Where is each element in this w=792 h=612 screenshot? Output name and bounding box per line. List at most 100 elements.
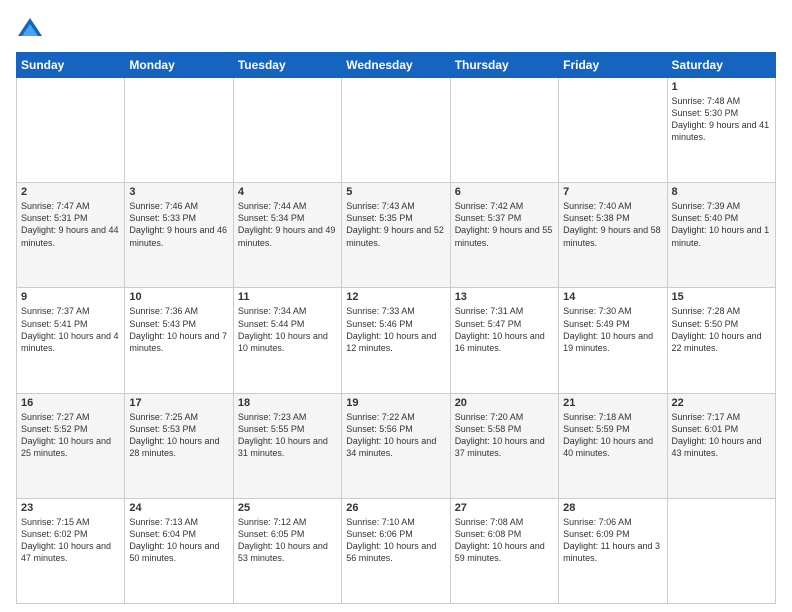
day-cell: 22 Sunrise: 7:17 AM Sunset: 6:01 PM Dayli…: [667, 393, 775, 498]
day-number: 22: [672, 397, 771, 409]
day-info: Sunrise: 7:27 AM Sunset: 5:52 PM Dayligh…: [21, 411, 120, 460]
weekday-saturday: Saturday: [667, 53, 775, 78]
day-cell: 16 Sunrise: 7:27 AM Sunset: 5:52 PM Dayli…: [17, 393, 125, 498]
day-cell: 4 Sunrise: 7:44 AM Sunset: 5:34 PM Daylig…: [233, 183, 341, 288]
day-cell: 17 Sunrise: 7:25 AM Sunset: 5:53 PM Dayli…: [125, 393, 233, 498]
day-cell: 13 Sunrise: 7:31 AM Sunset: 5:47 PM Dayli…: [450, 288, 558, 393]
header: [16, 16, 776, 44]
day-info: Sunrise: 7:12 AM Sunset: 6:05 PM Dayligh…: [238, 516, 337, 565]
weekday-friday: Friday: [559, 53, 667, 78]
day-cell: 25 Sunrise: 7:12 AM Sunset: 6:05 PM Dayli…: [233, 498, 341, 603]
day-number: 9: [21, 291, 120, 303]
day-number: 11: [238, 291, 337, 303]
day-number: 1: [672, 81, 771, 93]
day-info: Sunrise: 7:33 AM Sunset: 5:46 PM Dayligh…: [346, 305, 445, 354]
day-info: Sunrise: 7:28 AM Sunset: 5:50 PM Dayligh…: [672, 305, 771, 354]
day-cell: 14 Sunrise: 7:30 AM Sunset: 5:49 PM Dayli…: [559, 288, 667, 393]
logo-icon: [16, 16, 44, 44]
week-row-4: 23 Sunrise: 7:15 AM Sunset: 6:02 PM Dayli…: [17, 498, 776, 603]
day-number: 2: [21, 186, 120, 198]
day-number: 24: [129, 502, 228, 514]
day-number: 13: [455, 291, 554, 303]
day-cell: 2 Sunrise: 7:47 AM Sunset: 5:31 PM Daylig…: [17, 183, 125, 288]
week-row-2: 9 Sunrise: 7:37 AM Sunset: 5:41 PM Daylig…: [17, 288, 776, 393]
day-number: 28: [563, 502, 662, 514]
day-cell: 21Sunrise: 7:18 AM Sunset: 5:59 PM Dayli…: [559, 393, 667, 498]
day-info: Sunrise: 7:17 AM Sunset: 6:01 PM Dayligh…: [672, 411, 771, 460]
day-number: 19: [346, 397, 445, 409]
page: SundayMondayTuesdayWednesdayThursdayFrid…: [0, 0, 792, 612]
day-info: Sunrise: 7:44 AM Sunset: 5:34 PM Dayligh…: [238, 200, 337, 249]
day-info: Sunrise: 7:25 AM Sunset: 5:53 PM Dayligh…: [129, 411, 228, 460]
day-info: Sunrise: 7:08 AM Sunset: 6:08 PM Dayligh…: [455, 516, 554, 565]
day-cell: 19 Sunrise: 7:22 AM Sunset: 5:56 PM Dayli…: [342, 393, 450, 498]
day-info: Sunrise: 7:48 AM Sunset: 5:30 PM Dayligh…: [672, 95, 771, 144]
day-number: 17: [129, 397, 228, 409]
day-number: 16: [21, 397, 120, 409]
day-number: 27: [455, 502, 554, 514]
day-number: 20: [455, 397, 554, 409]
day-cell: [667, 498, 775, 603]
day-info: Sunrise: 7:36 AM Sunset: 5:43 PM Dayligh…: [129, 305, 228, 354]
day-cell: [559, 78, 667, 183]
day-number: 8: [672, 186, 771, 198]
day-number: 14: [563, 291, 662, 303]
weekday-header-row: SundayMondayTuesdayWednesdayThursdayFrid…: [17, 53, 776, 78]
day-cell: 12 Sunrise: 7:33 AM Sunset: 5:46 PM Dayli…: [342, 288, 450, 393]
day-info: Sunrise: 7:43 AM Sunset: 5:35 PM Dayligh…: [346, 200, 445, 249]
day-cell: 3 Sunrise: 7:46 AM Sunset: 5:33 PM Daylig…: [125, 183, 233, 288]
week-row-3: 16 Sunrise: 7:27 AM Sunset: 5:52 PM Dayli…: [17, 393, 776, 498]
day-info: Sunrise: 7:22 AM Sunset: 5:56 PM Dayligh…: [346, 411, 445, 460]
day-cell: 20 Sunrise: 7:20 AM Sunset: 5:58 PM Dayli…: [450, 393, 558, 498]
calendar-table: SundayMondayTuesdayWednesdayThursdayFrid…: [16, 52, 776, 604]
logo: [16, 16, 48, 44]
day-cell: 28 Sunrise: 7:06 AM Sunset: 6:09 PM Dayli…: [559, 498, 667, 603]
day-cell: 9 Sunrise: 7:37 AM Sunset: 5:41 PM Daylig…: [17, 288, 125, 393]
day-info: Sunrise: 7:18 AM Sunset: 5:59 PM Dayligh…: [563, 411, 662, 460]
week-row-0: 1 Sunrise: 7:48 AM Sunset: 5:30 PM Daylig…: [17, 78, 776, 183]
day-cell: 8 Sunrise: 7:39 AM Sunset: 5:40 PM Daylig…: [667, 183, 775, 288]
day-number: 10: [129, 291, 228, 303]
day-cell: [233, 78, 341, 183]
day-number: 15: [672, 291, 771, 303]
day-cell: 24 Sunrise: 7:13 AM Sunset: 6:04 PM Dayli…: [125, 498, 233, 603]
day-info: Sunrise: 7:13 AM Sunset: 6:04 PM Dayligh…: [129, 516, 228, 565]
day-info: Sunrise: 7:46 AM Sunset: 5:33 PM Dayligh…: [129, 200, 228, 249]
day-number: 18: [238, 397, 337, 409]
day-info: Sunrise: 7:31 AM Sunset: 5:47 PM Dayligh…: [455, 305, 554, 354]
day-info: Sunrise: 7:37 AM Sunset: 5:41 PM Dayligh…: [21, 305, 120, 354]
day-info: Sunrise: 7:47 AM Sunset: 5:31 PM Dayligh…: [21, 200, 120, 249]
day-cell: 10 Sunrise: 7:36 AM Sunset: 5:43 PM Dayli…: [125, 288, 233, 393]
day-cell: 27 Sunrise: 7:08 AM Sunset: 6:08 PM Dayli…: [450, 498, 558, 603]
weekday-wednesday: Wednesday: [342, 53, 450, 78]
day-info: Sunrise: 7:20 AM Sunset: 5:58 PM Dayligh…: [455, 411, 554, 460]
day-cell: 1 Sunrise: 7:48 AM Sunset: 5:30 PM Daylig…: [667, 78, 775, 183]
day-info: Sunrise: 7:23 AM Sunset: 5:55 PM Dayligh…: [238, 411, 337, 460]
day-number: 4: [238, 186, 337, 198]
calendar-body: 1 Sunrise: 7:48 AM Sunset: 5:30 PM Daylig…: [17, 78, 776, 604]
day-cell: [342, 78, 450, 183]
weekday-thursday: Thursday: [450, 53, 558, 78]
day-number: 23: [21, 502, 120, 514]
day-number: 26: [346, 502, 445, 514]
weekday-monday: Monday: [125, 53, 233, 78]
weekday-sunday: Sunday: [17, 53, 125, 78]
day-number: 6: [455, 186, 554, 198]
day-cell: 6Sunrise: 7:42 AM Sunset: 5:37 PM Daylig…: [450, 183, 558, 288]
day-info: Sunrise: 7:15 AM Sunset: 6:02 PM Dayligh…: [21, 516, 120, 565]
day-cell: 11 Sunrise: 7:34 AM Sunset: 5:44 PM Dayli…: [233, 288, 341, 393]
day-number: 5: [346, 186, 445, 198]
day-number: 25: [238, 502, 337, 514]
day-info: Sunrise: 7:40 AM Sunset: 5:38 PM Dayligh…: [563, 200, 662, 249]
day-info: Sunrise: 7:39 AM Sunset: 5:40 PM Dayligh…: [672, 200, 771, 249]
day-info: Sunrise: 7:34 AM Sunset: 5:44 PM Dayligh…: [238, 305, 337, 354]
day-cell: 26 Sunrise: 7:10 AM Sunset: 6:06 PM Dayli…: [342, 498, 450, 603]
day-number: 12: [346, 291, 445, 303]
day-cell: 23 Sunrise: 7:15 AM Sunset: 6:02 PM Dayli…: [17, 498, 125, 603]
day-info: Sunrise: 7:06 AM Sunset: 6:09 PM Dayligh…: [563, 516, 662, 565]
day-cell: [450, 78, 558, 183]
day-cell: [125, 78, 233, 183]
day-info: Sunrise: 7:30 AM Sunset: 5:49 PM Dayligh…: [563, 305, 662, 354]
day-info: Sunrise: 7:10 AM Sunset: 6:06 PM Dayligh…: [346, 516, 445, 565]
day-number: 3: [129, 186, 228, 198]
